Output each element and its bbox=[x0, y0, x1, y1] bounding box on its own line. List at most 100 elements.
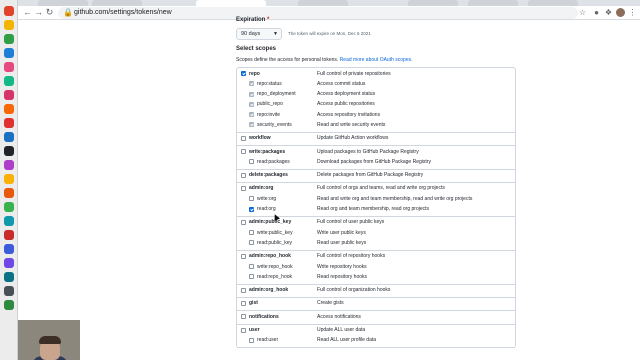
scope-name[interactable]: workflow bbox=[249, 135, 271, 142]
scope-checkbox[interactable] bbox=[241, 287, 246, 293]
scope-name[interactable]: write:public_key bbox=[257, 230, 293, 237]
scopes-title: Select scopes bbox=[236, 46, 277, 52]
scope-name[interactable]: user bbox=[249, 327, 260, 334]
arrow-right-icon[interactable]: → bbox=[33, 7, 44, 18]
scope-name[interactable]: admin:repo_hook bbox=[249, 253, 291, 260]
scope-description: Full control of orgs and teams, read and… bbox=[317, 185, 445, 192]
dock-app-icon[interactable] bbox=[4, 90, 14, 100]
scope-checkbox[interactable] bbox=[249, 206, 254, 212]
scope-name[interactable]: repo:status bbox=[257, 81, 282, 88]
scope-name[interactable]: read:user bbox=[257, 337, 278, 344]
scope-checkbox[interactable] bbox=[249, 81, 254, 87]
scope-name[interactable]: repo_deployment bbox=[257, 91, 296, 98]
scope-checkbox[interactable] bbox=[241, 149, 246, 155]
scope-checkbox[interactable] bbox=[249, 337, 254, 343]
dock-app-icon[interactable] bbox=[4, 20, 14, 30]
dock-app-icon[interactable] bbox=[4, 118, 14, 128]
scope-name[interactable]: read:org bbox=[257, 206, 276, 213]
scope-checkbox[interactable] bbox=[241, 185, 246, 191]
scope-name[interactable]: admin:public_key bbox=[249, 219, 291, 226]
scope-checkbox[interactable] bbox=[249, 122, 254, 128]
scope-name[interactable]: read:packages bbox=[257, 159, 290, 166]
scope-name[interactable]: repo bbox=[249, 71, 260, 78]
scope-name[interactable]: admin:org bbox=[249, 185, 273, 192]
scope-checkbox[interactable] bbox=[249, 159, 254, 165]
scope-row: admin:repo_hook Full control of repositor… bbox=[237, 252, 515, 262]
scope-subrow: repo:invite Access repository invitations bbox=[237, 110, 515, 120]
scope-checkbox[interactable] bbox=[249, 230, 254, 236]
scope-checkbox[interactable] bbox=[249, 240, 254, 246]
scope-checkbox[interactable] bbox=[241, 71, 246, 76]
scope-row: admin:org_hook Full control of organizati… bbox=[237, 286, 515, 296]
dock-app-icon[interactable] bbox=[4, 34, 14, 44]
scope-name[interactable]: public_repo bbox=[257, 101, 283, 108]
browser-toolbar: ← → ↻ 🔒 github.com/settings/tokens/new ☆… bbox=[18, 6, 640, 20]
scope-checkbox[interactable] bbox=[249, 274, 254, 280]
scope-checkbox[interactable] bbox=[241, 253, 246, 259]
scope-checkbox[interactable] bbox=[241, 219, 246, 225]
scope-checkbox[interactable] bbox=[249, 264, 254, 270]
dock-app-icon[interactable] bbox=[4, 48, 14, 58]
scope-name[interactable]: write:packages bbox=[249, 149, 285, 156]
webcam-overlay bbox=[18, 320, 80, 360]
scope-description: Write user public keys bbox=[317, 229, 366, 236]
dock-app-icon[interactable] bbox=[4, 216, 14, 226]
scope-checkbox[interactable] bbox=[249, 91, 254, 97]
dock-app-icon[interactable] bbox=[4, 146, 14, 156]
dock-app-icon[interactable] bbox=[4, 272, 14, 282]
dock-app-icon[interactable] bbox=[4, 244, 14, 254]
scope-name[interactable]: delete:packages bbox=[249, 172, 288, 179]
dock-app-icon[interactable] bbox=[4, 300, 14, 310]
dock-app-icon[interactable] bbox=[4, 62, 14, 72]
dock-app-icon[interactable] bbox=[4, 230, 14, 240]
scope-checkbox[interactable] bbox=[249, 101, 254, 107]
scope-name[interactable]: security_events bbox=[257, 122, 292, 129]
dock-app-icon[interactable] bbox=[4, 132, 14, 142]
scope-name[interactable]: write:org bbox=[257, 196, 276, 203]
dock-app-icon[interactable] bbox=[4, 76, 14, 86]
scope-checkbox[interactable] bbox=[241, 135, 246, 141]
scope-checkbox[interactable] bbox=[241, 172, 246, 178]
scope-group-repo: repo Full control of private repositories… bbox=[237, 68, 515, 133]
reload-icon[interactable]: ↻ bbox=[44, 7, 55, 18]
scope-row: notifications Access notifications bbox=[237, 312, 515, 322]
dock-app-icon[interactable] bbox=[4, 174, 14, 184]
dock-app-icon[interactable] bbox=[4, 258, 14, 268]
scope-checkbox[interactable] bbox=[241, 300, 246, 306]
scope-description: Full control of repository hooks bbox=[317, 253, 386, 260]
scope-checkbox[interactable] bbox=[241, 314, 246, 320]
extension-icon[interactable]: ● bbox=[592, 8, 601, 17]
dock-app-icon[interactable] bbox=[4, 104, 14, 114]
scope-name[interactable]: write:repo_hook bbox=[257, 264, 293, 271]
kebab-menu-icon[interactable]: ⋮ bbox=[628, 8, 637, 17]
star-icon[interactable]: ☆ bbox=[578, 8, 587, 17]
puzzle-icon[interactable]: ❖ bbox=[604, 8, 613, 17]
scope-description: Access deployment status bbox=[317, 91, 376, 98]
dock-app-icon[interactable] bbox=[4, 286, 14, 296]
scope-row: workflow Update GitHub Action workflows bbox=[237, 134, 515, 144]
arrow-left-icon[interactable]: ← bbox=[22, 7, 33, 18]
scope-name[interactable]: read:repo_hook bbox=[257, 274, 292, 281]
profile-avatar[interactable] bbox=[616, 8, 625, 17]
dock-app-icon[interactable] bbox=[4, 160, 14, 170]
scope-checkbox[interactable] bbox=[241, 327, 246, 333]
scope-subrow: read:repo_hook Read repository hooks bbox=[237, 272, 515, 282]
scope-name[interactable]: admin:org_hook bbox=[249, 287, 288, 294]
scope-description: Full control of organization hooks bbox=[317, 287, 391, 294]
scope-checkbox[interactable] bbox=[249, 196, 254, 202]
dock-app-icon[interactable] bbox=[4, 6, 14, 16]
scope-name[interactable]: notifications bbox=[249, 314, 279, 321]
dock-app-icon[interactable] bbox=[4, 202, 14, 212]
scope-row: admin:org Full control of orgs and teams,… bbox=[237, 184, 515, 194]
scope-name[interactable]: read:public_key bbox=[257, 240, 292, 247]
expiration-select[interactable]: 90 days ▼ bbox=[236, 28, 282, 40]
dock-app-icon[interactable] bbox=[4, 188, 14, 198]
url-text[interactable]: github.com/settings/tokens/new bbox=[74, 8, 172, 18]
oauth-scopes-link[interactable]: Read more about OAuth scopes. bbox=[340, 57, 413, 63]
address-bar[interactable]: 🔒 github.com/settings/tokens/new bbox=[58, 7, 578, 19]
scope-group-admin-repo-hook: admin:repo_hook Full control of repositor… bbox=[237, 251, 515, 285]
scope-description: Upload packages to GitHub Package Regist… bbox=[317, 148, 419, 155]
scope-name[interactable]: gist bbox=[249, 300, 258, 307]
scope-checkbox[interactable] bbox=[249, 112, 254, 118]
scope-name[interactable]: repo:invite bbox=[257, 112, 280, 119]
